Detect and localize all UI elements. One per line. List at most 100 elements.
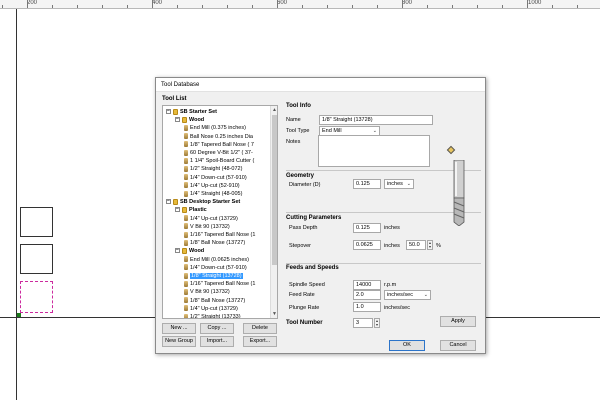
chevron-down-icon: ⌄ — [406, 181, 411, 187]
ruler-tick — [402, 0, 403, 8]
tree-item-tool[interactable]: 1/8" Ball Nose (13727) — [163, 297, 271, 305]
stepover-label: Stepover — [289, 243, 312, 249]
scroll-up-icon[interactable]: ▲ — [272, 107, 277, 113]
tree-item-label: 1/2" Straight (13733) — [190, 314, 241, 319]
tool-bit-icon — [184, 297, 188, 304]
tree-item-tool[interactable]: Ball Nose 0.25 inches Dia — [163, 133, 271, 141]
tree-item-tool[interactable]: 1/8" Ball Nose (13727) — [163, 239, 271, 247]
tree-item-label: 1/8" Straight (13728) — [190, 273, 243, 279]
pass-depth-input[interactable]: 0.125 — [353, 223, 381, 233]
collapse-icon[interactable]: − — [175, 117, 180, 123]
tree-item-tool[interactable]: 1/8" Tapered Ball Nose ( 7 — [163, 141, 271, 149]
collapse-icon[interactable]: − — [175, 248, 180, 254]
tree-item-label: V Bit 90 (13732) — [190, 289, 230, 296]
tool-bit-icon — [184, 174, 188, 181]
chevron-down-icon: ⌄ — [423, 292, 428, 298]
tree-item-tool[interactable]: 1 1/4" Spoil-Board Cutter ( — [163, 157, 271, 165]
stepover-input[interactable]: 0.0625 — [353, 240, 381, 250]
delete-tool-button[interactable]: Delete — [243, 323, 277, 334]
export-button[interactable]: Export... — [243, 336, 277, 347]
tree-item-tool[interactable]: 1/4" Straight (48-005) — [163, 190, 271, 198]
ruler-tick — [427, 5, 428, 8]
new-tool-button[interactable]: New ... — [162, 323, 196, 334]
new-group-button[interactable]: New Group — [162, 336, 196, 347]
ok-button[interactable]: OK — [389, 340, 425, 351]
tool-number-input[interactable]: 3 — [353, 318, 373, 328]
tree-item-tool[interactable]: End Mill (0.375 inches) — [163, 124, 271, 132]
tree-item-tool[interactable]: 1/4" Up-cut (52-910) — [163, 182, 271, 190]
stepover-spinner[interactable]: ▴ ▾ — [427, 240, 433, 250]
notes-label: Notes — [286, 139, 301, 145]
diameter-unit-select[interactable]: inches ⌄ — [384, 179, 414, 189]
tree-item-tool[interactable]: 1/2" Straight (13733) — [163, 313, 271, 319]
tree-group[interactable]: − Plastic — [163, 206, 271, 214]
notes-textarea[interactable] — [318, 135, 430, 167]
tree-item-tool[interactable]: 1/16" Tapered Ball Nose (1 — [163, 280, 271, 288]
dialog-title: Tool Database — [156, 78, 485, 92]
tool-bit-icon — [184, 165, 188, 172]
tree-scrollbar[interactable]: ▲ ▼ — [270, 106, 277, 318]
tree-item-tool[interactable]: 1/4" Up-cut (13729) — [163, 305, 271, 313]
tree-item-label: 1/4" Down-cut (57-910) — [190, 264, 247, 271]
tree-item-tool[interactable]: 1/8" Straight (13728) — [163, 272, 271, 280]
import-button[interactable]: Import... — [200, 336, 234, 347]
tree-group[interactable]: − SB Starter Set — [163, 108, 271, 116]
ruler-tick — [327, 5, 328, 8]
spindle-speed-unit: r.p.m — [384, 282, 397, 288]
ruler-tick — [377, 5, 378, 8]
canvas-rectangle[interactable] — [20, 207, 53, 237]
tool-bit-icon — [184, 280, 188, 287]
apply-button[interactable]: Apply — [440, 316, 476, 327]
tool-bit-icon — [184, 149, 188, 156]
tree-item-label: 1/8" Ball Nose (13727) — [190, 240, 246, 247]
tree-item-tool[interactable]: 1/4" Up-cut (13729) — [163, 215, 271, 223]
feed-rate-input[interactable]: 2.0 — [353, 290, 381, 300]
tool-number-label: Tool Number — [286, 320, 323, 326]
collapse-icon[interactable]: − — [166, 199, 171, 205]
folder-icon — [182, 116, 187, 123]
tree-item-label: Wood — [189, 117, 205, 124]
canvas-rectangle[interactable] — [20, 244, 53, 274]
tree-group[interactable]: − Wood — [163, 116, 271, 124]
scrollbar-thumb[interactable] — [272, 115, 277, 265]
ruler-tick — [277, 0, 278, 8]
plunge-rate-label: Plunge Rate — [289, 305, 320, 311]
tree-item-tool[interactable]: 1/4" Down-cut (57-910) — [163, 174, 271, 182]
canvas-rectangle-selected[interactable] — [20, 281, 53, 313]
tool-number-spinner[interactable]: ▴ ▾ — [374, 318, 380, 328]
stepover-unit: inches — [384, 243, 400, 249]
tree-item-tool[interactable]: V Bit 90 (13732) — [163, 288, 271, 296]
scroll-down-icon[interactable]: ▼ — [272, 311, 277, 317]
ruler-tick — [577, 5, 578, 8]
tool-bit-icon — [184, 272, 188, 279]
tree-item-label: 1/8" Tapered Ball Nose ( 7 — [190, 141, 254, 148]
feed-rate-unit-select[interactable]: inches/sec ⌄ — [384, 290, 431, 300]
tree-item-tool[interactable]: End Mill (0.0625 inches) — [163, 256, 271, 264]
ruler-tick — [102, 5, 103, 8]
tree-item-tool[interactable]: 1/2" Straight (48-072) — [163, 165, 271, 173]
tool-database-dialog: Tool Database Tool List ▲ ▼ − SB Starter … — [155, 77, 486, 354]
spindle-speed-input[interactable]: 14000 — [353, 280, 381, 290]
tree-item-tool[interactable]: 1/16" Tapered Ball Nose (1 — [163, 231, 271, 239]
tool-bit-icon — [184, 215, 188, 222]
plunge-rate-input[interactable]: 1.0 — [353, 302, 381, 312]
collapse-icon[interactable]: − — [166, 109, 171, 115]
tree-item-label: V Bit 90 (13732) — [190, 223, 230, 230]
tree-group[interactable]: − SB Desktop Starter Set — [163, 198, 271, 206]
cancel-button[interactable]: Cancel — [440, 340, 476, 351]
tree-group[interactable]: − Wood — [163, 247, 271, 255]
stepover-percent-input[interactable]: 50.0 — [406, 240, 426, 250]
percent-sign: % — [436, 243, 441, 249]
collapse-icon[interactable]: − — [175, 207, 180, 213]
tree-item-label: SB Starter Set — [180, 109, 217, 115]
tree-item-tool[interactable]: 60 Degree V-Bit 1/2" ( 37- — [163, 149, 271, 157]
tool-name-input[interactable]: 1/8" Straight (13728) — [319, 115, 433, 125]
diameter-input[interactable]: 0.125 — [353, 179, 381, 189]
tree-item-tool[interactable]: V Bit 90 (13732) — [163, 223, 271, 231]
tool-tree[interactable]: ▲ ▼ − SB Starter Set − Wood End Mill (0.375 … — [162, 105, 278, 319]
spindle-speed-label: Spindle Speed — [289, 282, 325, 288]
copy-tool-button[interactable]: Copy ... — [200, 323, 234, 334]
ruler-tick — [452, 5, 453, 8]
tree-item-tool[interactable]: 1/4" Down-cut (57-910) — [163, 264, 271, 272]
ruler-tick — [552, 5, 553, 8]
